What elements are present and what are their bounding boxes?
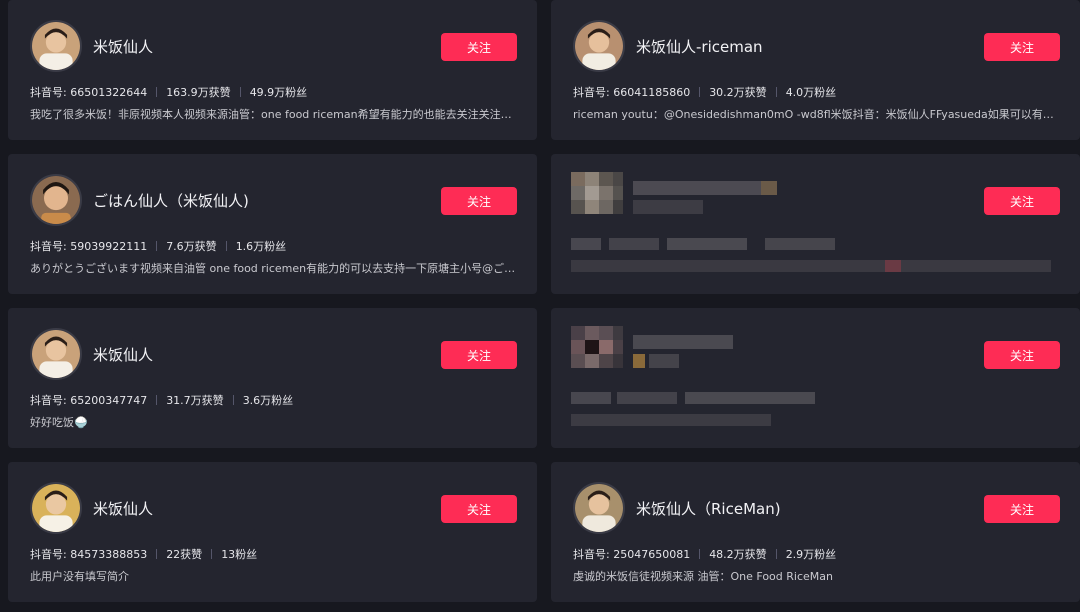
avatar[interactable] [30,482,82,534]
avatar-image [32,484,80,532]
user-card-blurred[interactable]: 关注 [551,154,1080,294]
douyin-id: 抖音号: 84573388853 [30,548,148,561]
follow-button[interactable]: 关注 [984,495,1060,523]
blurred-content [571,172,1051,272]
likes-count: 48.2万获赞 [709,548,767,561]
user-stats: 抖音号: 25047650081 48.2万获赞 2.9万粉丝 [573,546,836,562]
stats-divider [699,549,701,559]
avatar[interactable] [573,20,625,72]
user-stats: 抖音号: 66041185860 30.2万获赞 4.0万粉丝 [573,84,836,100]
stats-divider [775,87,777,97]
stats-divider [775,549,777,559]
user-name[interactable]: 米饭仙人 [93,344,153,365]
stats-divider [156,549,158,559]
avatar[interactable] [30,328,82,380]
fans-count: 49.9万粉丝 [249,86,308,99]
user-stats: 抖音号: 65200347747 31.7万获赞 3.6万粉丝 [30,392,293,408]
blurred-content [571,326,815,426]
douyin-id: 抖音号: 66501322644 [30,86,148,99]
likes-count: 31.7万获赞 [166,394,224,407]
stats-divider [239,87,241,97]
follow-button[interactable]: 关注 [984,33,1060,61]
user-card[interactable]: 米饭仙人 关注 抖音号: 66501322644 163.9万获赞 49.9万粉… [8,0,537,140]
user-bio: riceman youtu：@Onesidedishman0mO -wd8fl米… [573,108,1059,121]
fans-count: 3.6万粉丝 [242,394,294,407]
user-card[interactable]: ごはん仙人（米饭仙人) 关注 抖音号: 59039922111 7.6万获赞 1… [8,154,537,294]
stats-divider [699,87,701,97]
follow-button[interactable]: 关注 [441,341,517,369]
fans-count: 4.0万粉丝 [785,86,837,99]
likes-count: 163.9万获赞 [166,86,231,99]
douyin-id: 抖音号: 66041185860 [573,86,691,99]
user-card-blurred[interactable]: 关注 [551,308,1080,448]
user-card[interactable]: 米饭仙人 关注 抖音号: 65200347747 31.7万获赞 3.6万粉丝 … [8,308,537,448]
user-name[interactable]: 米饭仙人 [93,36,153,57]
user-bio: 此用户没有填写简介 [30,570,129,583]
follow-button[interactable]: 关注 [441,495,517,523]
user-name[interactable]: ごはん仙人（米饭仙人) [93,190,249,211]
user-stats: 抖音号: 84573388853 22获赞 13粉丝 [30,546,257,562]
follow-button[interactable]: 关注 [984,187,1060,215]
user-stats: 抖音号: 59039922111 7.6万获赞 1.6万粉丝 [30,238,286,254]
stats-divider [156,87,158,97]
likes-count: 7.6万获赞 [166,240,217,253]
user-name[interactable]: 米饭仙人（RiceMan) [636,498,781,519]
avatar-image [32,176,80,224]
user-card[interactable]: 米饭仙人 关注 抖音号: 84573388853 22获赞 13粉丝 此用户没有… [8,462,537,602]
likes-count: 30.2万获赞 [709,86,767,99]
follow-button[interactable]: 关注 [441,187,517,215]
user-name[interactable]: 米饭仙人-riceman [636,36,763,57]
user-results-grid: 米饭仙人 关注 抖音号: 66501322644 163.9万获赞 49.9万粉… [0,0,1080,612]
avatar[interactable] [30,20,82,72]
avatar[interactable] [30,174,82,226]
stats-divider [156,241,158,251]
stats-divider [232,395,234,405]
avatar-image [575,484,623,532]
follow-button[interactable]: 关注 [984,341,1060,369]
likes-count: 22获赞 [166,548,203,561]
user-card[interactable]: 米饭仙人（RiceMan) 关注 抖音号: 25047650081 48.2万获… [551,462,1080,602]
avatar-image [575,22,623,70]
fans-count: 13粉丝 [221,548,258,561]
user-name[interactable]: 米饭仙人 [93,498,153,519]
stats-divider [156,395,158,405]
stats-divider [211,549,213,559]
douyin-id: 抖音号: 59039922111 [30,240,148,253]
user-bio: 我吃了很多米饭！非原视频本人视频来源油管：one food riceman希望有… [30,108,516,121]
stats-divider [225,241,227,251]
fans-count: 1.6万粉丝 [235,240,287,253]
follow-button[interactable]: 关注 [441,33,517,61]
user-bio: 好好吃饭🍚 [30,416,88,429]
douyin-id: 抖音号: 65200347747 [30,394,148,407]
user-card[interactable]: 米饭仙人-riceman 关注 抖音号: 66041185860 30.2万获赞… [551,0,1080,140]
fans-count: 2.9万粉丝 [785,548,837,561]
user-stats: 抖音号: 66501322644 163.9万获赞 49.9万粉丝 [30,84,307,100]
avatar[interactable] [573,482,625,534]
douyin-id: 抖音号: 25047650081 [573,548,691,561]
avatar-image [32,330,80,378]
avatar-image [32,22,80,70]
user-bio: 虔诚的米饭信徒视频来源 油管：One Food RiceMan [573,570,833,583]
user-bio: ありがとうございます视频来自油管 one food ricemen有能力的可以去… [30,262,516,275]
